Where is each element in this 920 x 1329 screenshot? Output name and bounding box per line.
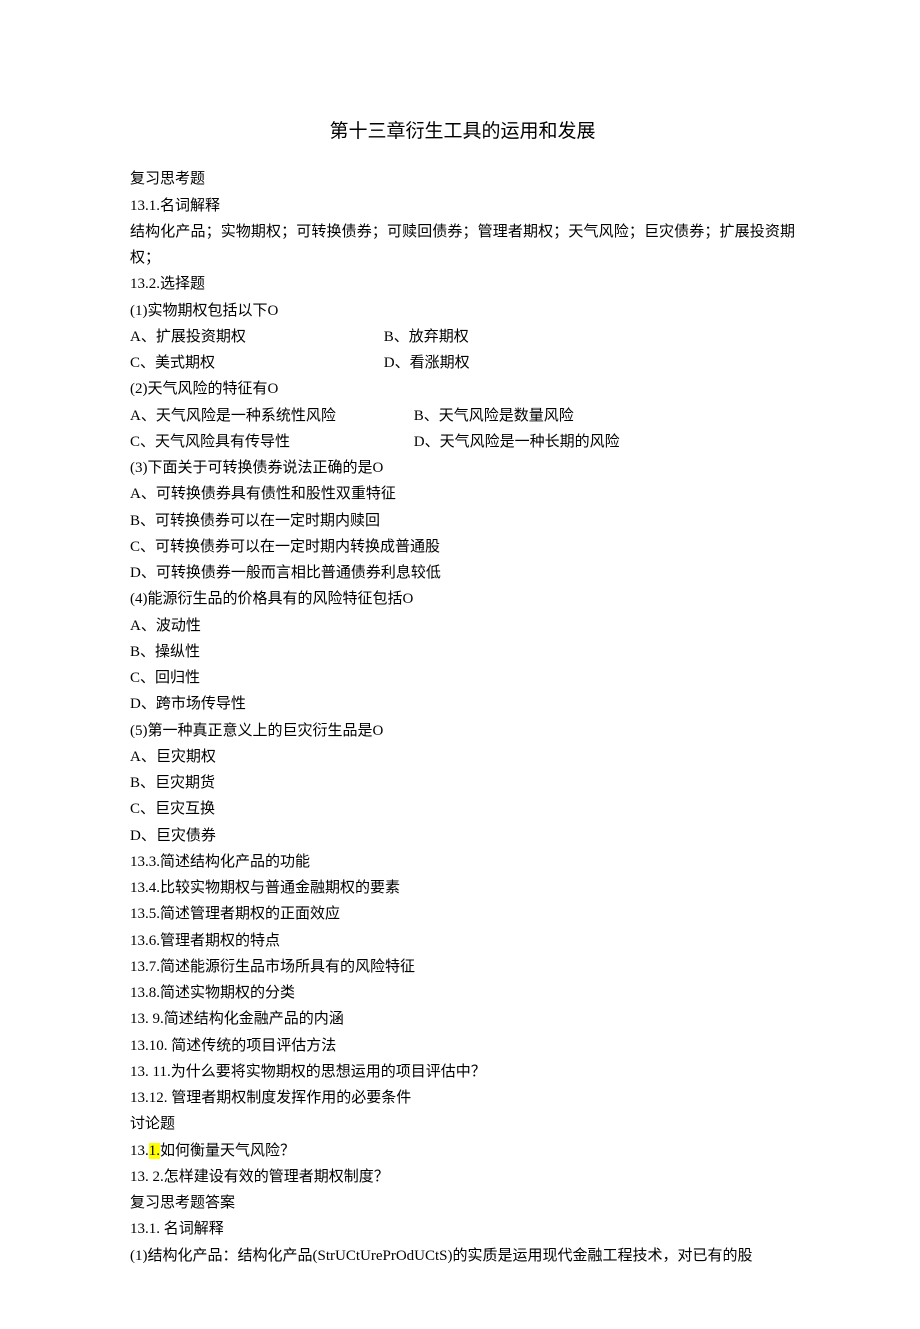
q2-row-cd: C、天气风险具有传导性 D、天气风险是一种长期的风险 <box>130 429 795 455</box>
q3-opt-b: B、可转换债券可以在一定时期内赎回 <box>130 508 795 534</box>
q4-opt-b: B、操纵性 <box>130 639 795 665</box>
discussion-2: 13. 2.怎样建设有效的管理者期权制度？ <box>130 1164 795 1190</box>
discussion-1: 13.1.如何衡量天气风险？ <box>130 1138 795 1164</box>
answers-13-1-head: 13.1. 名词解释 <box>130 1216 795 1242</box>
review-heading: 复习思考题 <box>130 166 795 192</box>
q1-opt-a: A、扩展投资期权 <box>130 324 380 350</box>
q5-opt-a: A、巨灾期权 <box>130 744 795 770</box>
disc-1-rest: 如何衡量天气风险？ <box>160 1143 295 1159</box>
q5-opt-d: D、巨灾债券 <box>130 823 795 849</box>
q3-opt-a: A、可转换债券具有债性和股性双重特征 <box>130 481 795 507</box>
section-13-1-body: 结构化产品；实物期权；可转换债券；可赎回债券；管理者期权；天气风险；巨灾债券；扩… <box>130 219 795 272</box>
disc-1-highlight: 1. <box>149 1143 160 1159</box>
q1-opt-b: B、放弃期权 <box>384 329 469 345</box>
q5-opt-b: B、巨灾期货 <box>130 770 795 796</box>
q3-stem: (3)下面关于可转换债券说法正确的是O <box>130 455 795 481</box>
answers-heading: 复习思考题答案 <box>130 1190 795 1216</box>
section-13-3: 13.3.简述结构化产品的功能 <box>130 849 795 875</box>
q2-stem: (2)天气风险的特征有O <box>130 376 795 402</box>
section-13-6: 13.6.管理者期权的特点 <box>130 928 795 954</box>
q3-opt-d: D、可转换债券一般而言相比普通债券利息较低 <box>130 560 795 586</box>
q2-opt-d: D、天气风险是一种长期的风险 <box>414 434 620 450</box>
section-13-8: 13.8.简述实物期权的分类 <box>130 980 795 1006</box>
section-13-5: 13.5.简述管理者期权的正面效应 <box>130 901 795 927</box>
answer-1: (1)结构化产品：结构化产品(StrUCtUrePrOdUCtS)的实质是运用现… <box>130 1243 795 1269</box>
section-13-10: 13.10. 简述传统的项目评估方法 <box>130 1033 795 1059</box>
q1-opt-d: D、看涨期权 <box>384 355 470 371</box>
q2-opt-c: C、天气风险具有传导性 <box>130 429 410 455</box>
section-13-2-head: 13.2.选择题 <box>130 271 795 297</box>
q4-opt-a: A、波动性 <box>130 613 795 639</box>
q4-stem: (4)能源衍生品的价格具有的风险特征包括O <box>130 586 795 612</box>
section-13-9: 13. 9.简述结构化金融产品的内涵 <box>130 1006 795 1032</box>
q1-opt-c: C、美式期权 <box>130 350 380 376</box>
q4-opt-c: C、回归性 <box>130 665 795 691</box>
q1-stem: (1)实物期权包括以下O <box>130 298 795 324</box>
section-13-11: 13. 11.为什么要将实物期权的思想运用的项目评估中？ <box>130 1059 795 1085</box>
section-13-7: 13.7.简述能源衍生品市场所具有的风险特征 <box>130 954 795 980</box>
q1-row-ab: A、扩展投资期权 B、放弃期权 <box>130 324 795 350</box>
discussion-heading: 讨论题 <box>130 1111 795 1137</box>
q2-opt-a: A、天气风险是一种系统性风险 <box>130 403 410 429</box>
q5-opt-c: C、巨灾互换 <box>130 796 795 822</box>
document-page: 第十三章衍生工具的运用和发展 复习思考题 13.1.名词解释 结构化产品；实物期… <box>0 0 920 1329</box>
q4-opt-d: D、跨市场传导性 <box>130 691 795 717</box>
section-13-1-head: 13.1.名词解释 <box>130 193 795 219</box>
q2-row-ab: A、天气风险是一种系统性风险 B、天气风险是数量风险 <box>130 403 795 429</box>
section-13-4: 13.4.比较实物期权与普通金融期权的要素 <box>130 875 795 901</box>
section-13-12: 13.12. 管理者期权制度发挥作用的必要条件 <box>130 1085 795 1111</box>
q1-row-cd: C、美式期权 D、看涨期权 <box>130 350 795 376</box>
disc-1-prefix: 13. <box>130 1143 149 1159</box>
q3-opt-c: C、可转换债券可以在一定时期内转换成普通股 <box>130 534 795 560</box>
chapter-title: 第十三章衍生工具的运用和发展 <box>130 115 795 148</box>
q5-stem: (5)第一种真正意义上的巨灾衍生品是O <box>130 718 795 744</box>
q2-opt-b: B、天气风险是数量风险 <box>414 408 574 424</box>
